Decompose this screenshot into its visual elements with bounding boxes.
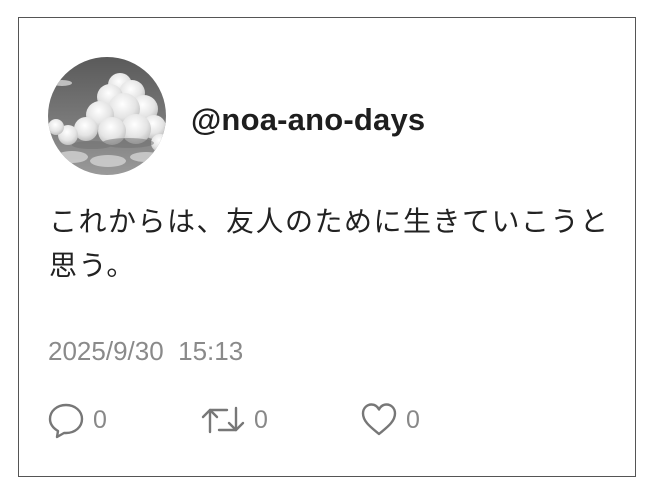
reply-icon bbox=[48, 403, 84, 439]
cloud-sky-avatar-icon bbox=[48, 57, 166, 175]
heart-icon bbox=[361, 403, 397, 436]
like-button[interactable]: 0 bbox=[360, 400, 420, 440]
retweet-count: 0 bbox=[254, 405, 268, 434]
reply-button[interactable]: 0 bbox=[47, 400, 107, 440]
reply-count: 0 bbox=[93, 405, 107, 434]
avatar[interactable] bbox=[48, 57, 166, 175]
retweet-button[interactable]: 0 bbox=[200, 400, 268, 440]
retweet-icon bbox=[201, 406, 245, 434]
post-card: @noa-ano-days これからは、友人のために生きていこうと思う。 202… bbox=[18, 17, 636, 477]
post-timestamp: 2025/9/30 15:13 bbox=[48, 336, 244, 366]
user-handle[interactable]: @noa-ano-days bbox=[191, 102, 425, 138]
post-text: これからは、友人のために生きていこうと思う。 bbox=[49, 205, 610, 282]
like-count: 0 bbox=[406, 405, 420, 434]
action-bar: 0 0 0 bbox=[47, 400, 607, 440]
